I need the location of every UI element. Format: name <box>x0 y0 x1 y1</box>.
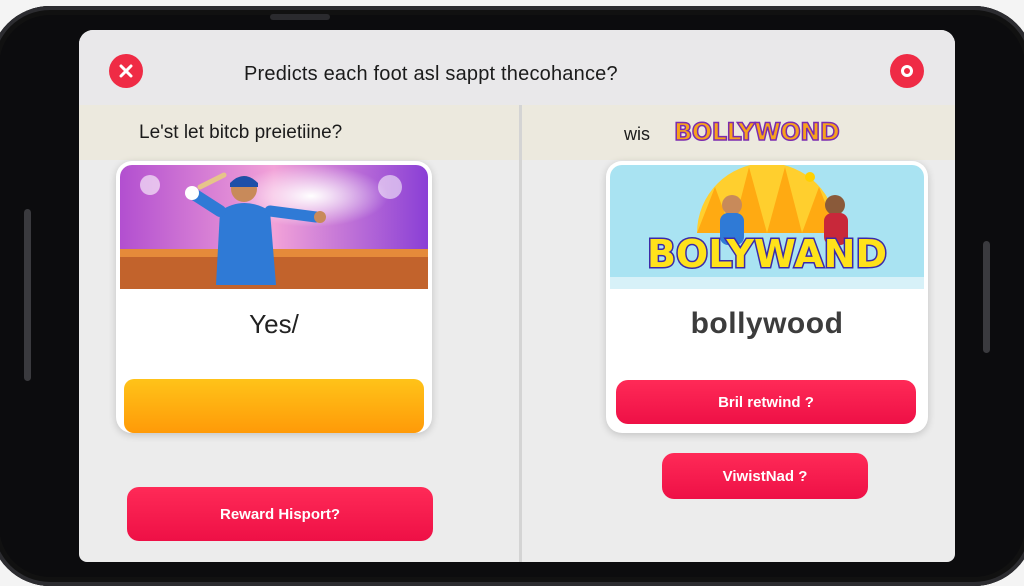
side-button-right <box>983 241 990 353</box>
viwistnad-button[interactable]: ViwistNad ? <box>662 453 868 499</box>
close-button[interactable] <box>109 54 143 88</box>
bollywood-banner-text: BOLYWAND <box>647 232 887 276</box>
bril-retwind-button[interactable]: Bril retwind ? <box>616 380 916 424</box>
side-button-left <box>24 209 31 381</box>
yes-option-bar[interactable] <box>124 379 424 433</box>
bollywood-card[interactable]: BOLYWAND bollywood Bril retwind ? <box>606 161 928 433</box>
speaker-slot <box>270 14 330 20</box>
left-subtitle: Le'st let bitcb preietiine? <box>139 122 343 143</box>
record-button[interactable] <box>890 54 924 88</box>
bollywood-option-label: bollywood <box>690 307 844 340</box>
close-icon <box>119 64 133 78</box>
page-title: Predicts each foot asl sappt thecohance? <box>244 63 618 85</box>
bollywood-banner-image: BOLYWAND <box>610 165 924 289</box>
yes-option-label: Yes/ <box>249 309 299 339</box>
reward-button[interactable]: Reward Hisport? <box>127 487 433 541</box>
circle-icon <box>901 65 913 77</box>
column-divider <box>519 105 522 562</box>
cricket-card[interactable]: Yes/ <box>116 161 432 433</box>
cricket-player-image <box>120 165 428 289</box>
top-bar: Predicts each foot asl sappt thecohance? <box>79 30 955 105</box>
right-prefix: wis <box>624 124 650 144</box>
app-screen: Predicts each foot asl sappt thecohance?… <box>79 30 955 562</box>
bollywood-logo: BOLLYWOND <box>673 117 840 147</box>
